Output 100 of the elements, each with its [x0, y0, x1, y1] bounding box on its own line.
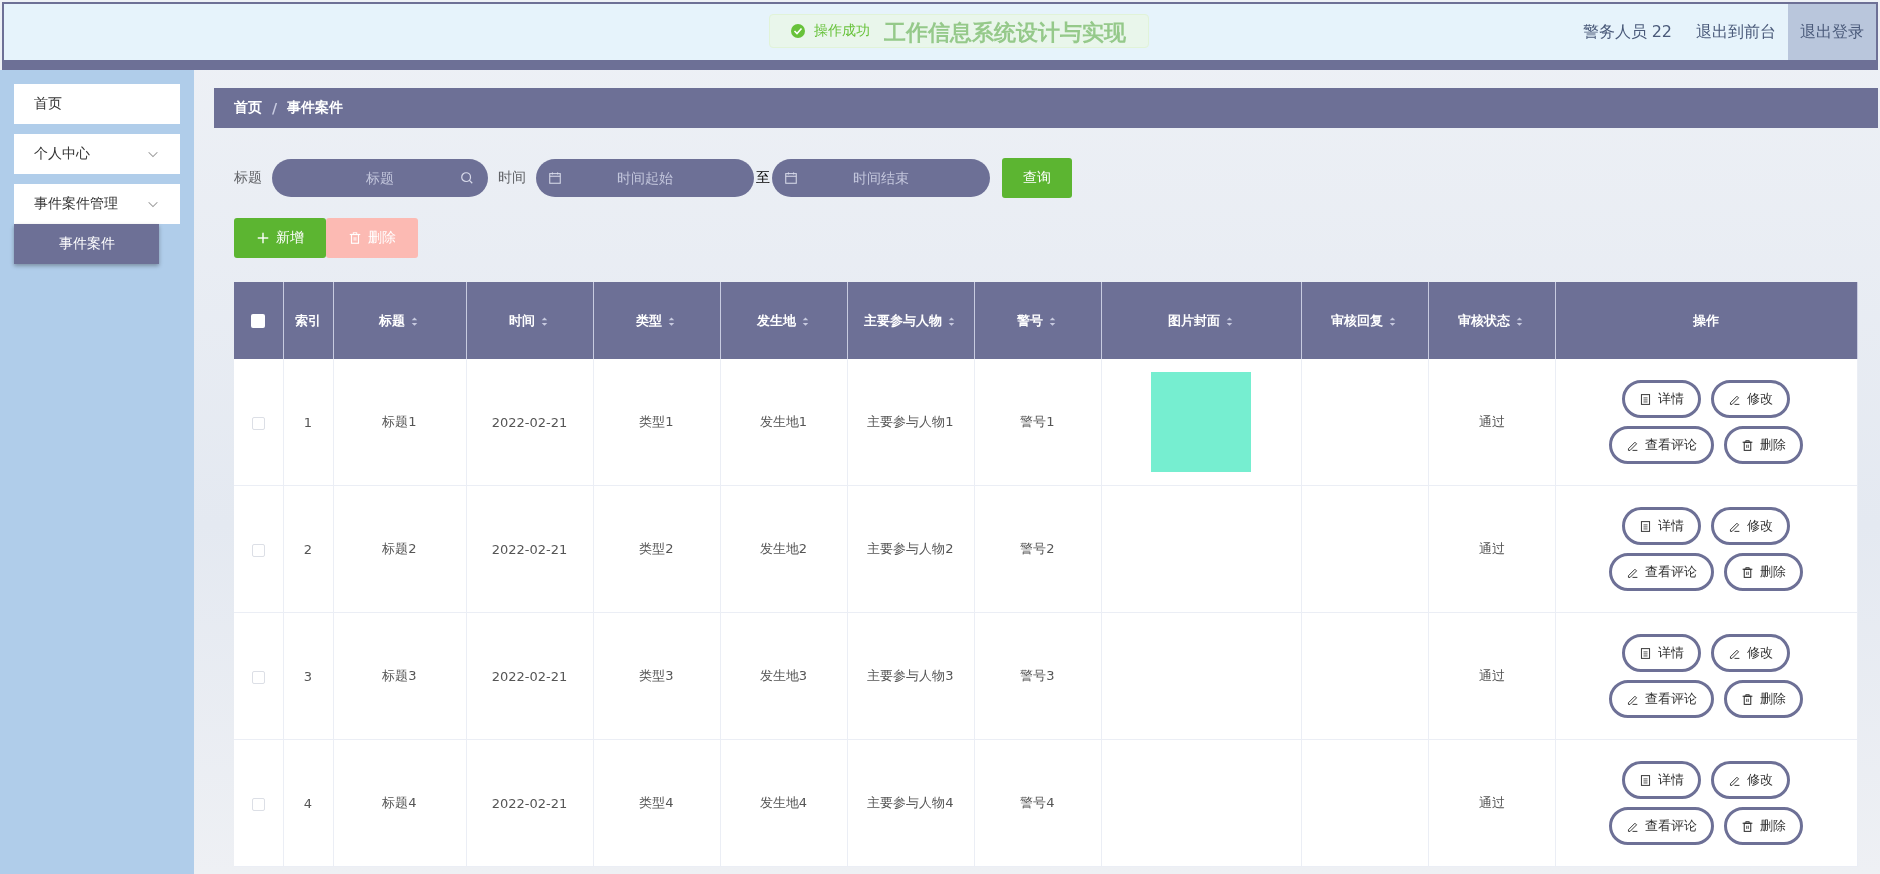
detail-button[interactable]: 详情 [1622, 380, 1701, 418]
table-cell: 类型4 [639, 795, 674, 810]
document-icon [1639, 646, 1652, 660]
header-link[interactable]: 退出到前台 [1684, 4, 1788, 60]
row-checkbox[interactable] [251, 543, 265, 557]
column-header[interactable]: 标题 [379, 312, 420, 328]
table-cell: 标题4 [382, 795, 417, 810]
range-separator: 至 [756, 169, 770, 187]
table-cell: 2022-02-21 [491, 668, 568, 684]
user-name: 警务人员 22 [1581, 20, 1673, 43]
delete-button[interactable]: 删除 [1724, 680, 1803, 718]
table-cell: 发生地3 [759, 668, 808, 683]
table-cell: 标题1 [382, 414, 417, 429]
table-cell: 发生地1 [759, 414, 808, 429]
table-cell: 警号4 [1020, 795, 1055, 810]
table-cell: 类型3 [639, 668, 674, 683]
column-header[interactable]: 警号 [1017, 312, 1058, 328]
app-title: 工作信息系统设计与实现 [884, 19, 1126, 47]
breadcrumb-item[interactable]: 首页 [234, 99, 262, 117]
toast-text: 操作成功 [814, 22, 870, 40]
delete-button[interactable]: 删除 [1724, 807, 1803, 845]
column-header[interactable]: 时间 [509, 312, 550, 328]
trash-icon [1741, 692, 1754, 706]
table-cell: 类型1 [639, 414, 674, 429]
document-icon [1639, 392, 1652, 406]
table-cell: 2022-02-21 [491, 541, 568, 557]
breadcrumb-separator: / [272, 100, 278, 116]
column-header[interactable]: 类型 [636, 312, 677, 328]
table-cell: 类型2 [639, 541, 674, 556]
sidebar-subitem[interactable]: 事件案件 [14, 224, 159, 264]
breadcrumb-item: 事件案件 [287, 99, 344, 117]
field-label: 时间 [498, 169, 526, 187]
sort-icon [409, 315, 420, 327]
edit-button[interactable]: 修改 [1711, 507, 1790, 545]
table-cell: 通过 [1478, 414, 1505, 429]
comments-button[interactable]: 查看评论 [1609, 426, 1714, 464]
table-cell: 警号1 [1020, 414, 1055, 429]
edit-button[interactable]: 修改 [1711, 634, 1790, 672]
edit-button[interactable]: 修改 [1711, 761, 1790, 799]
table-cell: 主要参与人物3 [867, 668, 954, 683]
calendar-icon [548, 171, 562, 185]
detail-button[interactable]: 详情 [1622, 761, 1701, 799]
table-cell: 3 [303, 668, 313, 684]
select-all-checkbox[interactable] [251, 314, 266, 329]
document-icon [1639, 773, 1652, 787]
table-cell: 警号3 [1020, 668, 1055, 683]
sort-icon [946, 315, 957, 327]
table-cell: 主要参与人物2 [867, 541, 954, 556]
sort-icon [1047, 315, 1058, 327]
table-cell: 发生地4 [759, 795, 808, 810]
table-cell: 通过 [1478, 795, 1505, 810]
check-circle-icon [790, 23, 806, 39]
comments-button[interactable]: 查看评论 [1609, 553, 1714, 591]
sidebar-item[interactable]: 首页 [14, 84, 180, 124]
column-header: 操作 [1693, 312, 1719, 328]
row-checkbox[interactable] [251, 670, 265, 684]
calendar-icon [784, 171, 798, 185]
trash-icon [1741, 565, 1754, 579]
table-cell: 主要参与人物4 [867, 795, 954, 810]
table-cell: 通过 [1478, 541, 1505, 556]
trash-icon [1741, 438, 1754, 452]
search-icon [460, 171, 474, 185]
table-cell: 4 [303, 795, 313, 811]
table-cell: 标题3 [382, 668, 417, 683]
field-label: 标题 [234, 169, 262, 187]
table-cell: 标题2 [382, 541, 417, 556]
detail-button[interactable]: 详情 [1622, 634, 1701, 672]
table-cell: 2 [303, 541, 313, 557]
sort-icon [1387, 315, 1398, 327]
table-cell: 主要参与人物1 [867, 414, 954, 429]
comments-button[interactable]: 查看评论 [1609, 807, 1714, 845]
table-cell: 通过 [1478, 668, 1505, 683]
column-header[interactable]: 审核回复 [1331, 312, 1398, 328]
header-link[interactable]: 退出登录 [1788, 4, 1876, 60]
column-header[interactable]: 图片封面 [1167, 312, 1235, 328]
title-search-field[interactable]: 标题 [272, 159, 488, 197]
trash-icon [348, 231, 362, 245]
sort-icon [666, 315, 677, 327]
edit-button[interactable]: 修改 [1711, 380, 1790, 418]
column-header[interactable]: 审核状态 [1458, 312, 1525, 328]
table-cell: 2022-02-21 [491, 795, 568, 811]
row-checkbox[interactable] [251, 416, 265, 430]
table-cell: 1 [303, 414, 313, 430]
document-icon [1639, 519, 1652, 533]
sidebar-item[interactable]: 个人中心 [14, 134, 180, 174]
column-header[interactable]: 主要参与人物 [864, 312, 957, 328]
column-header[interactable]: 发生地 [756, 312, 811, 328]
delete-button[interactable]: 删除 [1724, 553, 1803, 591]
row-checkbox[interactable] [251, 797, 265, 811]
delete-button[interactable]: 删除 [1724, 426, 1803, 464]
end-date-field[interactable]: 时间结束 [772, 159, 990, 197]
sidebar-item[interactable]: 事件案件管理 [14, 184, 180, 224]
sort-icon [539, 315, 550, 327]
comments-button[interactable]: 查看评论 [1609, 680, 1714, 718]
table-cell: 2022-02-21 [491, 414, 568, 430]
table-cell: 警号2 [1020, 541, 1055, 556]
start-date-field[interactable]: 时间起始 [536, 159, 754, 197]
table-cell: 发生地2 [759, 541, 808, 556]
detail-button[interactable]: 详情 [1622, 507, 1701, 545]
plus-icon [256, 231, 270, 245]
